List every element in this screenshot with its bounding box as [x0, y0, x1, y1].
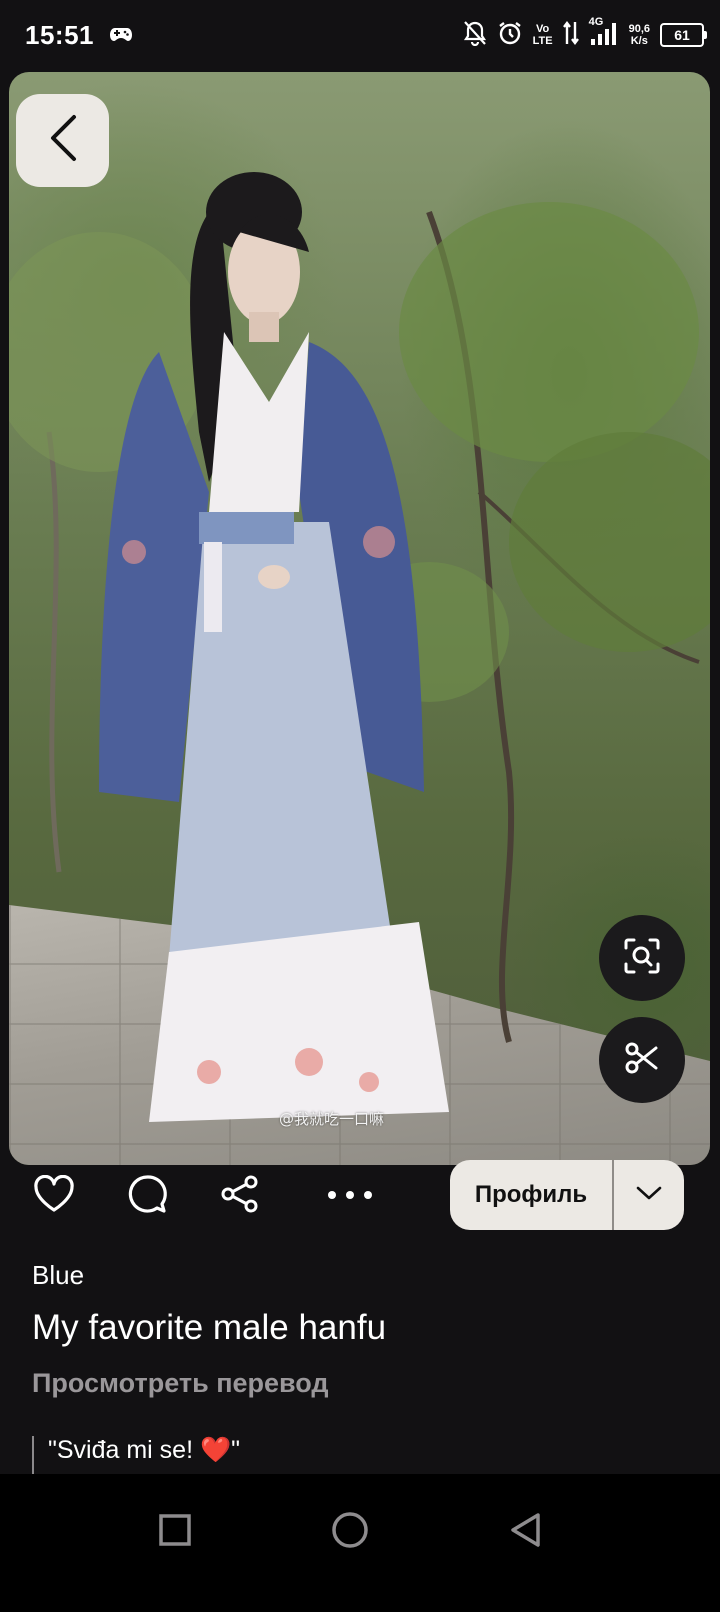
- signal-type: 4G: [588, 15, 604, 28]
- profile-dropdown-button[interactable]: [614, 1160, 684, 1230]
- comment-button[interactable]: [118, 1160, 178, 1232]
- volte-top: Vo: [535, 23, 550, 35]
- gamepad-icon: [110, 26, 132, 47]
- battery-icon: 61: [660, 23, 707, 47]
- pin-image[interactable]: @我就吃一口嘛: [9, 72, 710, 1165]
- back-nav-button[interactable]: [495, 1502, 555, 1562]
- volte-bottom: LTE: [532, 35, 553, 47]
- volte-indicator: Vo LTE: [533, 23, 553, 47]
- back-button[interactable]: [16, 94, 109, 187]
- chevron-left-icon: [48, 114, 78, 167]
- home-button[interactable]: [320, 1502, 380, 1562]
- circle-icon: [331, 1511, 369, 1554]
- visual-search-button[interactable]: [599, 915, 685, 1001]
- comment-text: "Sviđa mi se! ❤️": [48, 1436, 240, 1464]
- lens-search-icon: [622, 936, 662, 981]
- more-dots-icon: [327, 1187, 373, 1205]
- like-button[interactable]: [24, 1160, 84, 1232]
- status-time: 15:51: [25, 20, 94, 50]
- speech-bubble-icon: [127, 1173, 169, 1220]
- net-speed-unit: K/s: [630, 35, 648, 47]
- image-watermark: @我就吃一口嘛: [279, 1110, 385, 1128]
- view-translation-link[interactable]: Просмотреть перевод: [32, 1368, 329, 1399]
- square-icon: [159, 1513, 191, 1551]
- pin-author[interactable]: Blue: [32, 1260, 84, 1291]
- hanfu-figure: [9, 172, 710, 1122]
- heart-icon: [33, 1174, 75, 1218]
- comment-preview[interactable]: "Sviđa mi se! ❤️": [32, 1436, 240, 1476]
- share-button[interactable]: [210, 1160, 270, 1232]
- profile-split-button: Профиль: [450, 1160, 684, 1230]
- bell-off-icon: [463, 20, 487, 51]
- profile-button[interactable]: Профиль: [450, 1160, 614, 1230]
- signal-icon: 4G: [589, 16, 619, 51]
- triangle-back-icon: [509, 1512, 541, 1553]
- cutout-button[interactable]: [599, 1017, 685, 1103]
- net-speed-value: 90,6: [628, 23, 650, 35]
- pin-title: My favorite male hanfu: [32, 1308, 387, 1347]
- net-speed: 90,6 K/s: [629, 23, 650, 47]
- more-options-button[interactable]: [320, 1160, 380, 1232]
- alarm-icon: [497, 20, 523, 51]
- recents-button[interactable]: [145, 1502, 205, 1562]
- data-arrows-icon: [562, 20, 579, 51]
- battery-level: 61: [674, 27, 690, 43]
- chevron-down-icon: [636, 1185, 662, 1206]
- system-navigation-bar: [0, 1474, 720, 1612]
- share-icon: [219, 1173, 261, 1220]
- scissors-icon: [624, 1040, 660, 1081]
- status-bar: 15:51 Vo LTE 4G 90,6 K/s 61: [0, 0, 720, 72]
